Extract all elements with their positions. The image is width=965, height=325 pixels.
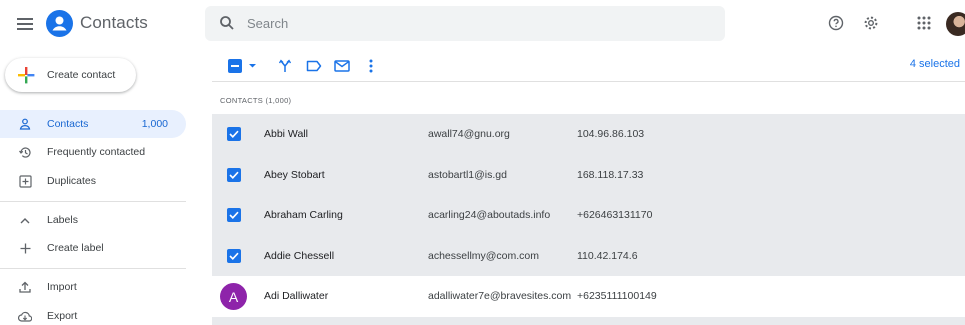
sidebar-item-create-label[interactable]: Create label bbox=[0, 234, 186, 262]
person-icon bbox=[18, 117, 32, 131]
sidebar-item-import[interactable]: Import bbox=[0, 273, 186, 301]
contact-phone: 110.42.174.6 bbox=[577, 249, 638, 262]
contact-email: adalliwater7e@bravesites.com bbox=[428, 290, 572, 302]
sidebar-item-label: Import bbox=[47, 281, 77, 293]
contact-phone: +6235111100149 bbox=[577, 290, 657, 302]
hamburger-icon[interactable] bbox=[14, 13, 36, 35]
contact-name: Abraham Carling bbox=[264, 209, 343, 221]
sidebar-item-label: Labels bbox=[47, 214, 78, 226]
section-header: CONTACTS (1,000) bbox=[220, 96, 292, 105]
table-row[interactable]: Abey Stobart astobartl1@is.gd 168.118.17… bbox=[212, 154, 965, 195]
table-row[interactable]: A Adi Dalliwater adalliwater7e@bravesite… bbox=[212, 276, 965, 317]
sidebar-item-contacts[interactable]: Contacts 1,000 bbox=[0, 110, 186, 138]
more-vert-icon[interactable] bbox=[363, 55, 379, 77]
sidebar-item-label: Create label bbox=[47, 242, 104, 254]
sidebar-divider bbox=[0, 201, 186, 202]
contact-email: astobartl1@is.gd bbox=[428, 168, 507, 181]
search-bar[interactable] bbox=[205, 6, 725, 41]
sidebar-item-label: Export bbox=[47, 310, 78, 322]
user-avatar[interactable] bbox=[946, 12, 965, 36]
table-row[interactable]: Abraham Carling acarling24@aboutads.info… bbox=[212, 195, 965, 236]
selected-count: 4 selected bbox=[909, 58, 960, 70]
merge-icon[interactable] bbox=[276, 55, 294, 77]
row-checkbox[interactable] bbox=[227, 167, 241, 182]
duplicates-icon bbox=[18, 174, 32, 188]
contact-name: Addie Chessell bbox=[264, 249, 335, 262]
contact-phone: 168.118.17.33 bbox=[577, 168, 644, 181]
gear-icon[interactable] bbox=[861, 13, 881, 33]
select-all-checkbox[interactable] bbox=[226, 55, 260, 77]
contact-name: Adi Dalliwater bbox=[264, 290, 329, 302]
history-icon bbox=[18, 145, 32, 159]
app-header: Contacts bbox=[0, 0, 965, 48]
sidebar-item-label: Duplicates bbox=[47, 175, 97, 187]
selection-toolbar: 4 selected bbox=[212, 52, 965, 80]
email-icon[interactable] bbox=[333, 55, 351, 77]
apps-grid-icon[interactable] bbox=[914, 13, 934, 33]
search-input[interactable] bbox=[247, 6, 707, 41]
sidebar-item-label: Frequently contacted bbox=[47, 146, 146, 158]
contact-phone: +626463131170 bbox=[577, 209, 653, 221]
table-row[interactable]: Abbi Wall awall74@gnu.org 104.96.86.103 bbox=[212, 114, 965, 155]
plus-multicolor-icon bbox=[15, 64, 37, 86]
cloud-download-icon bbox=[18, 309, 32, 323]
contact-email: acarling24@aboutads.info bbox=[428, 209, 551, 221]
create-contact-label: Create contact bbox=[47, 69, 116, 81]
row-checkbox[interactable] bbox=[227, 127, 241, 141]
avatar: A bbox=[220, 283, 247, 310]
contact-name: Abey Stobart bbox=[264, 168, 325, 181]
plus-icon bbox=[18, 241, 32, 255]
chevron-up-icon bbox=[18, 213, 32, 227]
next-row-partial bbox=[212, 317, 965, 325]
upload-icon bbox=[18, 280, 32, 294]
sidebar-item-frequently-contacted[interactable]: Frequently contacted bbox=[0, 138, 186, 166]
contact-email: awall74@gnu.org bbox=[428, 128, 510, 140]
label-icon[interactable] bbox=[305, 55, 323, 77]
contacts-count: 1,000 bbox=[141, 118, 168, 130]
sidebar-divider bbox=[0, 268, 186, 269]
sidebar-item-labels[interactable]: Labels bbox=[0, 206, 186, 234]
sidebar-item-label: Contacts bbox=[47, 118, 89, 130]
create-contact-button[interactable]: Create contact bbox=[5, 58, 136, 92]
contact-name: Abbi Wall bbox=[264, 128, 308, 140]
sidebar-item-duplicates[interactable]: Duplicates bbox=[0, 167, 186, 195]
toolbar-divider bbox=[212, 81, 965, 82]
help-icon[interactable] bbox=[826, 13, 846, 33]
contact-list: Abbi Wall awall74@gnu.org 104.96.86.103 … bbox=[212, 114, 965, 317]
app-title: Contacts bbox=[80, 13, 148, 32]
search-icon[interactable] bbox=[219, 15, 235, 31]
row-checkbox[interactable] bbox=[227, 208, 241, 222]
contacts-logo-icon bbox=[46, 10, 73, 37]
table-row[interactable]: Addie Chessell achessellmy@com.com 110.4… bbox=[212, 235, 965, 276]
contact-phone: 104.96.86.103 bbox=[577, 128, 645, 140]
contact-email: achessellmy@com.com bbox=[428, 249, 540, 262]
sidebar-item-export[interactable]: Export bbox=[0, 302, 186, 325]
row-checkbox[interactable] bbox=[227, 248, 241, 263]
